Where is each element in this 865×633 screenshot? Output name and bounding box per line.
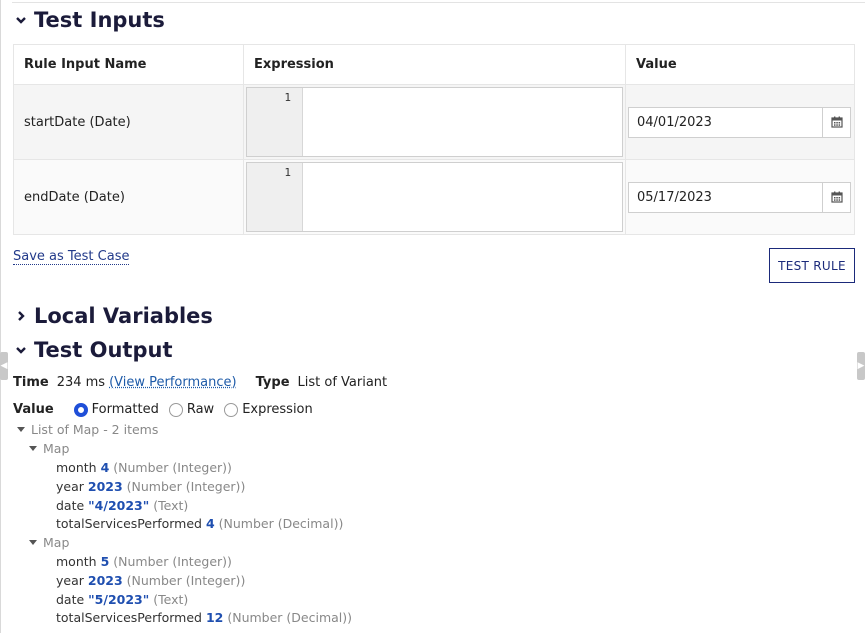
caret-down-icon	[29, 540, 37, 545]
radio-label: Raw	[186, 402, 215, 417]
test-inputs-table: Rule Input Name Expression Value startDa…	[13, 44, 855, 235]
date-picker[interactable]: 04/01/2023	[628, 106, 851, 138]
code-area[interactable]	[303, 88, 622, 156]
map-node-label: Map	[43, 535, 70, 550]
test-rule-button[interactable]: TEST RULE	[769, 248, 855, 283]
date-field[interactable]: 04/01/2023	[629, 108, 822, 137]
type-label: Type	[255, 375, 290, 390]
input-name-cell: startDate (Date)	[13, 84, 244, 160]
test-inputs-header[interactable]: Test Inputs	[14, 8, 165, 32]
calendar-icon	[830, 116, 843, 128]
time-label: Time	[13, 375, 49, 390]
line-number: 1	[247, 88, 303, 156]
chevron-right-icon	[18, 311, 25, 321]
map-node-label: Map	[43, 441, 70, 456]
list-node-label: List of Map - 2 items	[31, 422, 159, 437]
expression-editor[interactable]: 1	[246, 87, 623, 157]
radio-unselected-icon	[168, 402, 183, 417]
radio-formatted[interactable]: Formatted	[73, 402, 159, 417]
date-picker[interactable]: 05/17/2023	[628, 181, 851, 213]
save-as-test-case-link[interactable]: Save as Test Case	[13, 249, 130, 265]
list-item: date "4/2023" (Text)	[56, 498, 189, 513]
value-cell: 05/17/2023	[625, 159, 855, 235]
list-item: month 5 (Number (Integer))	[56, 554, 232, 569]
radio-label: Formatted	[91, 402, 159, 417]
table-row: endDate (Date) 1 05/17/2023	[13, 159, 855, 235]
input-name-cell: endDate (Date)	[13, 159, 244, 235]
code-area[interactable]	[303, 163, 622, 231]
list-item: date "5/2023" (Text)	[56, 592, 189, 607]
map-node[interactable]: Map	[29, 441, 69, 456]
column-header-value: Value	[625, 44, 855, 85]
caret-down-icon	[29, 446, 37, 451]
map-node[interactable]: Map	[29, 535, 69, 550]
view-performance-link[interactable]: (View Performance)	[109, 375, 237, 390]
list-item: totalServicesPerformed 4 (Number (Decima…	[56, 516, 344, 531]
list-item: year 2023 (Number (Integer))	[56, 573, 246, 588]
caret-down-icon	[17, 427, 25, 432]
top-divider	[12, 0, 865, 3]
value-cell: 04/01/2023	[625, 84, 855, 160]
radio-raw[interactable]: Raw	[168, 402, 215, 417]
table-row: startDate (Date) 1 04/01/2023	[13, 84, 855, 160]
expression-editor[interactable]: 1	[246, 162, 623, 232]
local-variables-title: Local Variables	[34, 304, 213, 328]
list-node[interactable]: List of Map - 2 items	[17, 422, 158, 437]
chevron-down-icon	[16, 17, 26, 24]
output-meta: Time 234 ms (View Performance) Type List…	[13, 375, 387, 390]
list-item: totalServicesPerformed 12 (Number (Decim…	[56, 610, 353, 625]
expression-cell: 1	[243, 84, 626, 160]
test-output-title: Test Output	[34, 338, 173, 362]
time-value: 234 ms	[56, 375, 106, 390]
date-field[interactable]: 05/17/2023	[629, 183, 822, 212]
radio-expression[interactable]: Expression	[224, 402, 313, 417]
radio-label: Expression	[242, 402, 313, 417]
column-header-rule-input-name: Rule Input Name	[13, 44, 244, 85]
table-header-row: Rule Input Name Expression Value	[13, 44, 855, 85]
expression-cell: 1	[243, 159, 626, 235]
calendar-icon	[830, 191, 843, 203]
line-number: 1	[247, 163, 303, 231]
calendar-button[interactable]	[822, 182, 850, 212]
calendar-button[interactable]	[822, 107, 850, 137]
list-item: month 4 (Number (Integer))	[56, 460, 232, 475]
value-format-radios: Value Formatted Raw Expression	[13, 402, 323, 417]
local-variables-header[interactable]: Local Variables	[14, 304, 213, 328]
radio-unselected-icon	[224, 402, 239, 417]
list-item: year 2023 (Number (Integer))	[56, 479, 246, 494]
left-collapse-handle[interactable]: ◀	[0, 352, 8, 380]
column-header-expression: Expression	[243, 44, 626, 85]
value-label: Value	[13, 402, 54, 417]
right-collapse-handle[interactable]: ▶	[857, 352, 865, 380]
type-value: List of Variant	[297, 375, 388, 390]
radio-selected-icon	[73, 402, 88, 417]
left-border	[0, 0, 1, 633]
test-output-header[interactable]: Test Output	[14, 338, 173, 362]
test-inputs-title: Test Inputs	[34, 8, 165, 32]
chevron-down-icon	[16, 347, 26, 354]
